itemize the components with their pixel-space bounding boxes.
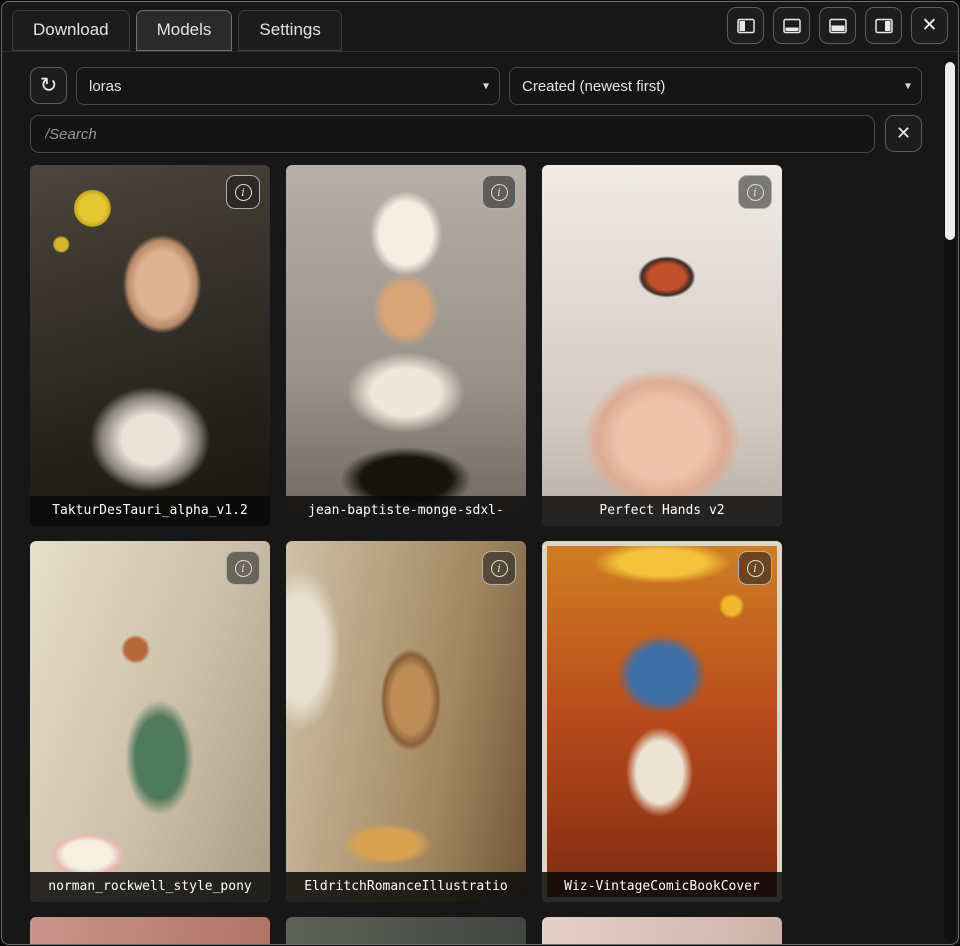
- scrollbar[interactable]: [944, 58, 956, 941]
- model-name-label: TakturDesTauri_alpha_v1.2: [30, 496, 270, 526]
- tab-bar: Download Models Settings: [2, 2, 958, 52]
- info-button[interactable]: i: [226, 175, 260, 209]
- close-icon: ✕: [922, 16, 938, 35]
- model-name-label: Perfect Hands v2: [542, 496, 782, 526]
- model-type-select-wrap: loras ▾: [76, 67, 500, 105]
- model-browser-window: Download Models Settings: [1, 1, 959, 945]
- toolbar: ↻ loras ▾ Created (newest first) ▾: [30, 67, 922, 105]
- model-name-label: jean-baptiste-monge-sdxl-: [286, 496, 526, 526]
- model-card[interactable]: i jean-baptiste-monge-sdxl-: [286, 165, 526, 526]
- dock-bottom-thin-icon: [782, 16, 802, 36]
- model-card[interactable]: i TakturDesTauri_alpha_v1.2: [30, 165, 270, 526]
- window-controls: ✕: [727, 7, 948, 51]
- refresh-icon: ↻: [40, 75, 58, 96]
- layout-dock-bottom-thin-button[interactable]: [773, 7, 810, 44]
- model-type-select[interactable]: loras: [76, 67, 500, 105]
- model-thumbnail[interactable]: [542, 541, 782, 902]
- info-button[interactable]: i: [482, 551, 516, 585]
- model-thumbnail[interactable]: [286, 917, 526, 944]
- models-panel: ↻ loras ▾ Created (newest first) ▾ ✕: [2, 53, 942, 944]
- model-grid: i TakturDesTauri_alpha_v1.2 i jean-bapti…: [30, 165, 942, 944]
- model-name-label: EldritchRomanceIllustratio: [286, 872, 526, 902]
- split-right-icon: [874, 16, 894, 36]
- info-icon: i: [491, 184, 508, 201]
- info-button[interactable]: i: [738, 175, 772, 209]
- search-input[interactable]: [30, 115, 875, 153]
- layout-split-right-button[interactable]: [865, 7, 902, 44]
- clear-search-button[interactable]: ✕: [885, 115, 922, 152]
- sort-select-wrap: Created (newest first) ▾: [509, 67, 922, 105]
- model-card[interactable]: i norman_rockwell_style_pony: [30, 541, 270, 902]
- close-button[interactable]: ✕: [911, 7, 948, 44]
- model-card[interactable]: i Perfect Hands v2: [542, 165, 782, 526]
- model-name-label: norman_rockwell_style_pony: [30, 872, 270, 902]
- model-thumbnail[interactable]: [30, 541, 270, 902]
- layout-split-left-button[interactable]: [727, 7, 764, 44]
- model-name-label: Wiz-VintageComicBookCover: [542, 872, 782, 902]
- model-card[interactable]: i Wiz-VintageComicBookCover: [542, 541, 782, 902]
- info-icon: i: [747, 184, 764, 201]
- info-icon: i: [235, 184, 252, 201]
- search-row: ✕: [30, 115, 922, 153]
- model-card[interactable]: [286, 917, 526, 944]
- model-thumbnail[interactable]: [286, 541, 526, 902]
- info-button[interactable]: i: [482, 175, 516, 209]
- model-card[interactable]: [30, 917, 270, 944]
- info-icon: i: [491, 560, 508, 577]
- close-icon: ✕: [896, 123, 911, 144]
- info-icon: i: [235, 560, 252, 577]
- sort-select[interactable]: Created (newest first): [509, 67, 922, 105]
- info-icon: i: [747, 560, 764, 577]
- scrollbar-thumb[interactable]: [945, 62, 955, 240]
- tab-models[interactable]: Models: [136, 10, 233, 51]
- refresh-button[interactable]: ↻: [30, 67, 67, 104]
- info-button[interactable]: i: [738, 551, 772, 585]
- model-card[interactable]: [542, 917, 782, 944]
- model-thumbnail[interactable]: [286, 165, 526, 526]
- model-thumbnail[interactable]: [30, 917, 270, 944]
- info-button[interactable]: i: [226, 551, 260, 585]
- layout-dock-bottom-thick-button[interactable]: [819, 7, 856, 44]
- tab-download[interactable]: Download: [12, 10, 130, 51]
- tab-settings[interactable]: Settings: [238, 10, 341, 51]
- split-left-icon: [736, 16, 756, 36]
- dock-bottom-thick-icon: [828, 16, 848, 36]
- model-thumbnail[interactable]: [542, 165, 782, 526]
- model-card[interactable]: i EldritchRomanceIllustratio: [286, 541, 526, 902]
- model-thumbnail[interactable]: [542, 917, 782, 944]
- model-thumbnail[interactable]: [30, 165, 270, 526]
